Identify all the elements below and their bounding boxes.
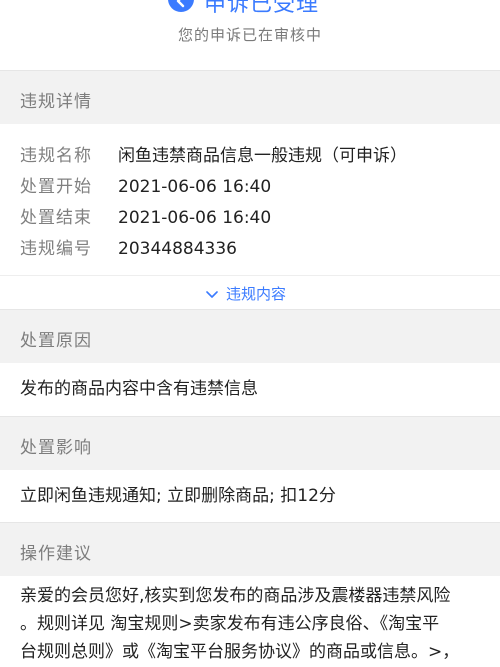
- impact-body: 立即闲鱼违规通知; 立即删除商品; 扣12分: [0, 470, 500, 522]
- reason-body: 发布的商品内容中含有违禁信息: [0, 363, 500, 416]
- advice-text: 亲爱的会员您好,核实到您发布的商品涉及震楼器违禁风险 。规则详见 淘宝规则>卖家…: [20, 582, 482, 666]
- info-label: 违规名称: [20, 146, 92, 166]
- advice-line: 。规则详见 淘宝规则>卖家发布有违公序良俗、《淘宝平: [20, 614, 440, 634]
- violation-details-body: 违规名称 闲鱼违禁商品信息一般违规（可申诉） 处置开始 2021-06-06 16:…: [0, 124, 500, 275]
- advice-line: 亲爱的会员您好,核实到您发布的商品涉及震楼器违禁风险: [20, 586, 451, 606]
- info-row-start: 处置开始 2021-06-06 16:40: [20, 172, 271, 197]
- info-label: 处置结束: [20, 208, 92, 228]
- expand-label: 违规内容: [226, 285, 287, 303]
- info-row-end: 处置结束 2021-06-06 16:40: [20, 203, 271, 228]
- impact-text: 立即闲鱼违规通知; 立即删除商品; 扣12分: [20, 486, 336, 506]
- reason-header: 处置原因: [0, 309, 500, 364]
- violation-details-header: 违规详情: [0, 70, 500, 125]
- impact-header: 处置影响: [0, 416, 500, 471]
- info-row-number: 违规编号 20344884336: [20, 234, 237, 259]
- info-value: 20344884336: [118, 239, 237, 259]
- info-value: 闲鱼违禁商品信息一般违规（可申诉）: [118, 146, 407, 166]
- status-title: 申诉已受理: [204, 0, 320, 17]
- advice-body: 亲爱的会员您好,核实到您发布的商品涉及震楼器违禁风险 。规则详见 淘宝规则>卖家…: [0, 576, 500, 667]
- expand-link[interactable]: 违规内容: [206, 283, 286, 304]
- expand-violation-content[interactable]: 违规内容: [0, 275, 500, 310]
- info-row-violation-name: 违规名称 闲鱼违禁商品信息一般违规（可申诉）: [20, 141, 407, 166]
- advice-header: 操作建议: [0, 522, 500, 577]
- status-subtitle: 您的申诉已在审核中: [177, 26, 322, 44]
- status-header: 申诉已受理 您的申诉已在审核中: [0, 0, 500, 70]
- section-title: 操作建议: [20, 544, 92, 564]
- info-value: 2021-06-06 16:40: [118, 208, 272, 228]
- info-label: 处置开始: [20, 177, 92, 197]
- info-label: 违规编号: [20, 239, 92, 259]
- chevron-down-icon: [206, 290, 218, 298]
- section-title: 处置影响: [20, 438, 92, 458]
- advice-line: 台规则总则》或《淘宝平台服务协议》的商品或信息。>，: [20, 642, 460, 662]
- section-title: 违规详情: [20, 92, 92, 112]
- reason-text: 发布的商品内容中含有违禁信息: [20, 379, 258, 399]
- chevron-left-icon: [168, 0, 194, 12]
- section-title: 处置原因: [20, 331, 92, 351]
- appeal-status-page: 申诉已受理 您的申诉已在审核中 违规详情 违规名称 闲鱼违禁商品信息一般违规（可申…: [0, 0, 500, 667]
- info-value: 2021-06-06 16:40: [118, 177, 272, 197]
